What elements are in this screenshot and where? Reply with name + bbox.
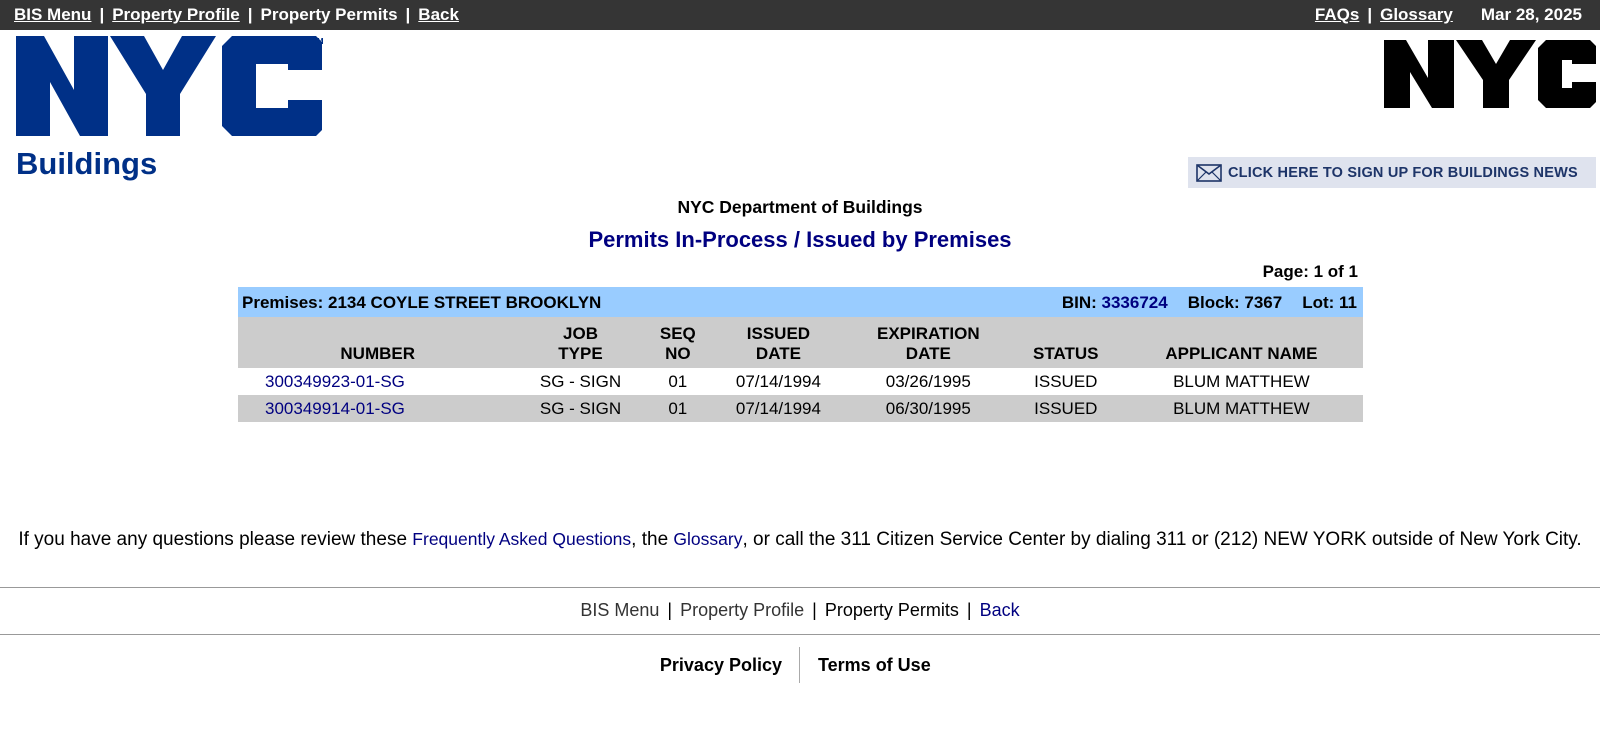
glossary-footer-link[interactable]: Glossary — [673, 529, 742, 549]
footer-back-link[interactable]: Back — [980, 600, 1020, 620]
department-name: NYC Department of Buildings — [677, 197, 923, 217]
legal-divider — [799, 647, 800, 683]
privacy-policy-link[interactable]: Privacy Policy — [660, 655, 782, 676]
news-banner-label: CLICK HERE TO SIGN UP FOR BUILDINGS NEWS — [1228, 164, 1578, 181]
buildings-news-signup-banner[interactable]: CLICK HERE TO SIGN UP FOR BUILDINGS NEWS — [1188, 157, 1596, 188]
current-date: Mar 28, 2025 — [1480, 5, 1582, 24]
permit-number-cell: 300349914-01-SG — [238, 395, 517, 422]
nyc-buildings-logo[interactable]: TM Buildings — [16, 36, 336, 186]
nyc-logo-right[interactable] — [1384, 36, 1596, 116]
nav-separator: | — [1367, 5, 1373, 24]
nav-separator: | — [247, 5, 253, 24]
seq-no-cell: 01 — [668, 398, 688, 418]
seq-no-cell: 01 — [668, 371, 688, 391]
permits-table: Premises: 2134 COYLE STREET BROOKLYN BIN… — [238, 287, 1363, 422]
column-header-seq-no: SEQ NO — [659, 324, 696, 363]
permit-number-link[interactable]: 300349914-01-SG — [265, 399, 405, 418]
applicant-name-cell: BLUM MATTHEW — [1173, 398, 1310, 418]
premises-address: Premises: 2134 COYLE STREET BROOKLYN — [242, 293, 602, 312]
column-header-issued-date: ISSUED DATE — [746, 324, 811, 363]
divider — [0, 587, 1600, 588]
column-header-job-type: JOB TYPE — [558, 324, 603, 363]
lot-label: Lot: 11 — [1302, 293, 1357, 312]
legal-links: Privacy Policy Terms of Use — [0, 645, 1600, 685]
footer-bis-menu-link[interactable]: BIS Menu — [580, 600, 659, 620]
terms-of-use-link[interactable]: Terms of Use — [818, 655, 931, 676]
bin-block-lot: BIN: 3336724 Block: 7367 Lot: 11 — [1062, 293, 1357, 313]
block-label: Block: 7367 — [1187, 293, 1283, 312]
footer-current-page-label: Property Permits — [824, 600, 959, 620]
footer-nav: BIS Menu | Property Profile | Property Permi… — [0, 600, 1600, 621]
applicant-name-cell: BLUM MATTHEW — [1173, 371, 1310, 391]
nav-separator: | — [667, 600, 673, 620]
column-header-expiration-date: EXPIRATION DATE — [876, 324, 980, 363]
help-text-part: , the — [631, 529, 674, 550]
faqs-link[interactable]: FAQs — [1315, 5, 1359, 24]
premises-header-row: Premises: 2134 COYLE STREET BROOKLYN BIN… — [238, 287, 1363, 317]
permits-list: NUMBER JOB TYPE SEQ NO ISSUED DATE EXPIRATI… — [238, 317, 1363, 422]
trademark-mark: TM — [312, 37, 324, 46]
status-cell: ISSUED — [1034, 398, 1098, 418]
divider — [0, 634, 1600, 635]
table-row: 300349914-01-SG SG - SIGN 01 07/14/1994 … — [238, 395, 1363, 422]
expiration-date-cell: 03/26/1995 — [885, 371, 971, 391]
permit-number-cell: 300349923-01-SG — [238, 368, 517, 395]
back-link[interactable]: Back — [418, 5, 459, 24]
bin-link[interactable]: 3336724 — [1102, 293, 1168, 312]
footer-property-profile-link[interactable]: Property Profile — [680, 600, 804, 620]
top-nav-bar: BIS Menu | Property Profile | Property Permi… — [0, 0, 1600, 30]
job-type-cell: SG - SIGN — [539, 371, 622, 391]
column-header-number: NUMBER — [340, 344, 416, 363]
top-nav-left: BIS Menu | Property Profile | Property Permi… — [14, 5, 459, 25]
help-text: If you have any questions please review … — [10, 528, 1590, 551]
issued-date-cell: 07/14/1994 — [735, 371, 821, 391]
permit-number-link[interactable]: 300349923-01-SG — [265, 372, 405, 391]
help-text-part: , or call the 311 Citizen Service Center… — [742, 529, 1582, 550]
top-nav-right: FAQs | Glossary Mar 28, 2025 — [1315, 5, 1582, 25]
status-cell: ISSUED — [1034, 371, 1098, 391]
property-profile-link[interactable]: Property Profile — [112, 5, 240, 24]
current-page-label: Property Permits — [260, 5, 398, 24]
logo-subtitle: Buildings — [16, 146, 157, 181]
column-header-applicant-name: APPLICANT NAME — [1165, 344, 1318, 363]
table-header-row: NUMBER JOB TYPE SEQ NO ISSUED DATE EXPIRATI… — [238, 317, 1363, 368]
envelope-icon — [1196, 163, 1222, 182]
nav-separator: | — [966, 600, 972, 620]
expiration-date-cell: 06/30/1995 — [885, 398, 971, 418]
nav-separator: | — [812, 600, 817, 620]
issued-date-cell: 07/14/1994 — [735, 398, 821, 418]
job-type-cell: SG - SIGN — [539, 398, 622, 418]
page-title: Permits In-Process / Issued by Premises — [588, 227, 1012, 252]
faq-link[interactable]: Frequently Asked Questions — [412, 529, 631, 549]
nav-separator: | — [99, 5, 105, 24]
bis-menu-link[interactable]: BIS Menu — [14, 5, 91, 24]
column-header-status: STATUS — [1033, 344, 1099, 363]
help-text-part: If you have any questions please review … — [18, 529, 413, 550]
table-row: 300349923-01-SG SG - SIGN 01 07/14/1994 … — [238, 368, 1363, 395]
nav-separator: | — [405, 5, 411, 24]
glossary-link[interactable]: Glossary — [1380, 5, 1453, 24]
page-indicator: Page: 1 of 1 — [1262, 262, 1358, 281]
bin-label: BIN: — [1061, 293, 1097, 312]
